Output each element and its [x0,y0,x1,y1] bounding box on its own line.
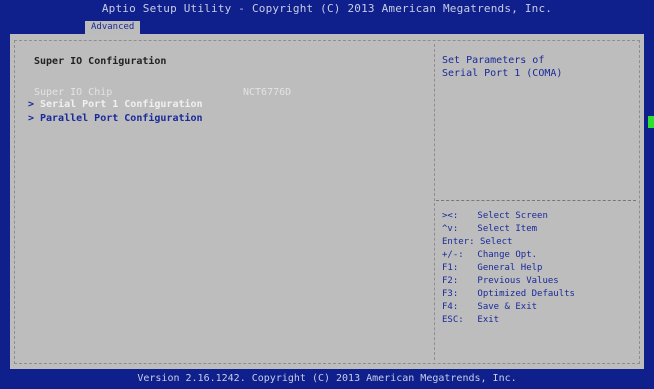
key-change-option: +/-: Change Opt. [442,250,538,260]
title-bar: Aptio Setup Utility - Copyright (C) 2013… [0,0,654,34]
submenu-arrow-icon: > [28,99,35,110]
key-general-help: F1: General Help [442,263,543,273]
key-select-item: ^v: Select Item [442,224,538,234]
help-divider [436,200,636,201]
key-save-exit: F4: Save & Exit [442,302,538,312]
app-title: Aptio Setup Utility - Copyright (C) 2013… [101,2,553,15]
help-description: Set Parameters of Serial Port 1 (COMA) [442,55,563,79]
setup-panel: Super IO Configuration Super IO Chip NCT… [10,34,644,369]
menu-item-label: Parallel Port Configuration [40,113,203,124]
super-io-chip-label: Super IO Chip [34,87,113,98]
key-previous-values: F2: Previous Values [442,276,559,286]
menu-item-parallel-port[interactable]: > Parallel Port Configuration [28,113,203,124]
key-enter-select: Enter: Select [442,237,513,247]
key-select-screen: ><: Select Screen [442,211,548,221]
version-text: Version 2.16.1242. Copyright (C) 2013 Am… [137,373,517,384]
page-title: Super IO Configuration [34,56,167,67]
menu-item-serial-port-1[interactable]: > Serial Port 1 Configuration [28,99,203,110]
footer-bar: Version 2.16.1242. Copyright (C) 2013 Am… [0,369,654,389]
key-exit: ESC: Exit [442,315,500,325]
key-legend: ><: Select Screen ^v: Select Item Enter:… [442,210,637,327]
tab-advanced[interactable]: Advanced [85,21,141,34]
menu-item-label: Serial Port 1 Configuration [40,99,203,110]
panel-divider-vertical [434,44,435,360]
submenu-arrow-icon: > [28,113,35,124]
scroll-indicator-icon [648,116,654,128]
key-optimized-defaults: F3: Optimized Defaults [442,289,575,299]
super-io-chip-value: NCT6776D [243,87,292,98]
